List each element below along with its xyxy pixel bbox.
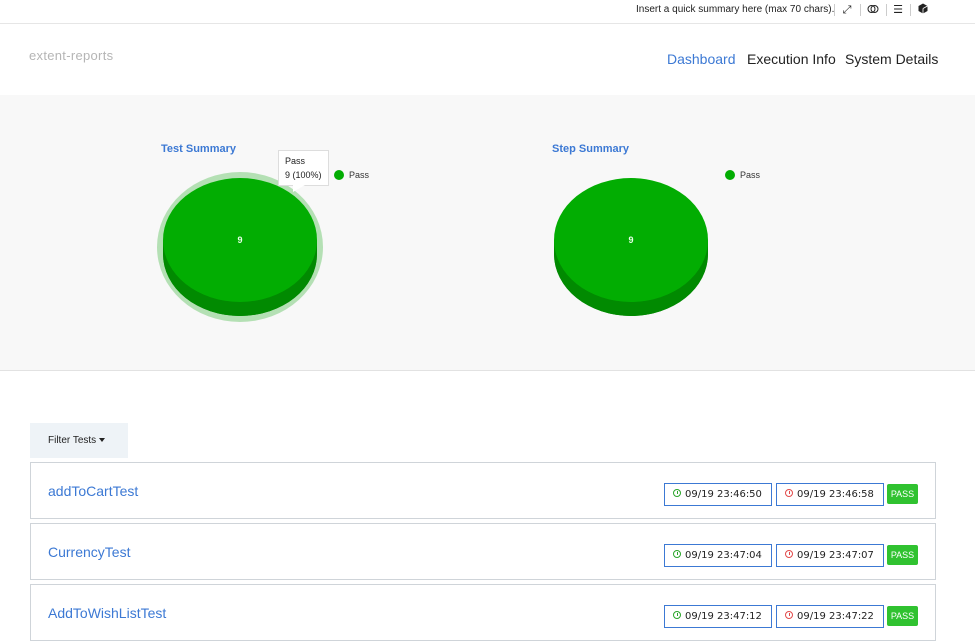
start-time: 09/19 23:46:50 [664,483,772,506]
step-summary-title: Step Summary [552,143,630,155]
nav-execution-info[interactable]: Execution Info [747,51,836,67]
start-time-value: 09/19 23:47:04 [685,550,762,561]
clock-end-icon [785,611,793,619]
test-name[interactable]: AddToWishListTest [48,605,166,621]
status-badge: PASS [887,545,918,565]
top-bar: Insert a quick summary here (max 70 char… [0,0,975,24]
divider [910,4,911,16]
pie-data-label: 9 [628,235,633,245]
test-row[interactable]: CurrencyTest 09/19 23:47:04 09/19 23:47:07… [30,523,936,580]
toggle-icon[interactable] [866,3,880,17]
clock-start-icon [673,550,681,558]
nav-system-details[interactable]: System Details [845,51,938,67]
clock-end-icon [785,550,793,558]
status-badge: PASS [887,606,918,626]
menu-icon[interactable]: ☰ [891,3,905,17]
divider [860,4,861,16]
filter-tests-label: Filter Tests [48,435,97,446]
test-name[interactable]: addToCartTest [48,483,138,499]
header: extent-reports Dashboard Execution Info … [0,25,975,95]
test-name[interactable]: CurrencyTest [48,544,130,560]
clock-start-icon [673,611,681,619]
chart-tooltip: Pass 9 (100%) [278,150,329,192]
end-time: 09/19 23:47:22 [776,605,884,628]
expand-icon[interactable]: ⤢ [840,3,854,17]
tooltip-value: 9 (100%) [285,170,322,180]
clock-start-icon [673,489,681,497]
test-summary-title: Test Summary [161,143,236,155]
filter-tests-button[interactable]: Filter Tests [30,423,128,458]
start-time-value: 09/19 23:47:12 [685,611,762,622]
step-summary-pie[interactable]: 9 [541,170,731,330]
cube-icon[interactable] [916,3,930,17]
divider [834,4,835,16]
test-row[interactable]: AddToWishListTest 09/19 23:47:12 09/19 23:… [30,584,936,641]
status-badge: PASS [887,484,918,504]
end-time-value: 09/19 23:46:58 [797,489,874,500]
legend-label: Pass [740,170,761,180]
caret-down-icon [99,438,106,443]
end-time-value: 09/19 23:47:22 [797,611,874,622]
quick-summary: Insert a quick summary here (max 70 char… [636,4,835,15]
end-time: 09/19 23:46:58 [776,483,884,506]
start-time: 09/19 23:47:12 [664,605,772,628]
pie-data-label: 9 [237,235,242,245]
end-time: 09/19 23:47:07 [776,544,884,567]
divider [886,4,887,16]
test-row[interactable]: addToCartTest 09/19 23:46:50 09/19 23:46:5… [30,462,936,519]
end-time-value: 09/19 23:47:07 [797,550,874,561]
brand-logo: extent-reports [29,48,114,63]
start-time: 09/19 23:47:04 [664,544,772,567]
start-time-value: 09/19 23:46:50 [685,489,762,500]
dashboard-panel: Test Summary Pass 9 Pass 9 (100%) Step S… [0,95,975,371]
tooltip-label: Pass [285,156,306,166]
nav-dashboard[interactable]: Dashboard [667,51,736,67]
legend-label: Pass [349,170,370,180]
test-summary-pie[interactable]: 9 [150,170,340,330]
clock-end-icon [785,489,793,497]
